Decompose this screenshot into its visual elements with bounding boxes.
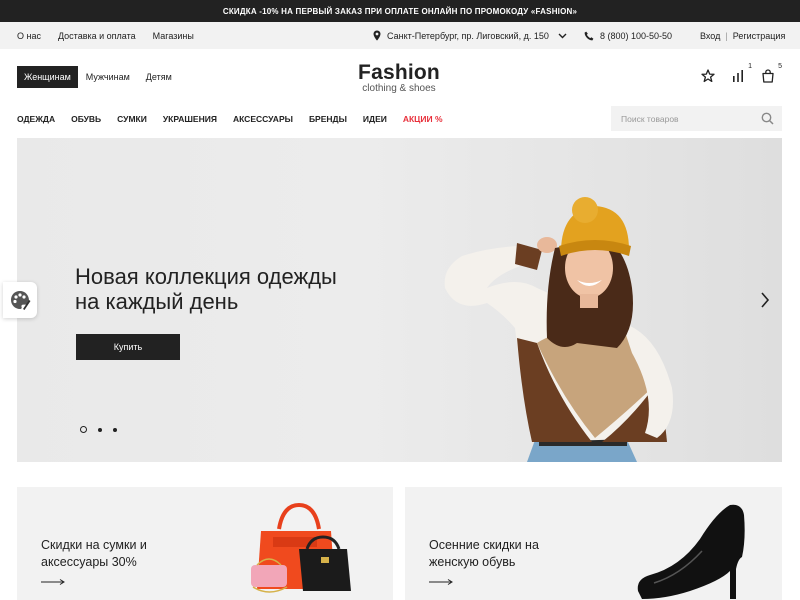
promo-text: СКИДКА -10% НА ПЕРВЫЙ ЗАКАЗ ПРИ ОПЛАТЕ О… [222, 6, 578, 16]
buy-button[interactable]: Купить [76, 334, 180, 360]
slider-dot-3[interactable] [113, 427, 117, 432]
compare-icon [733, 70, 743, 82]
location-pin-icon [373, 30, 381, 41]
nav-shoes[interactable]: ОБУВЬ [71, 114, 101, 124]
nav-sale[interactable]: АКЦИИ % [403, 114, 443, 124]
hero-title-line-2: на каждый день [75, 289, 239, 314]
nav-bags[interactable]: СУМКИ [117, 114, 147, 124]
shoe-image [637, 504, 745, 599]
card-title-line-2: аксессуары 30% [41, 555, 137, 569]
hero-title: Новая коллекция одежды на каждый день [75, 264, 395, 314]
nav-ideas[interactable]: ИДЕИ [363, 114, 387, 124]
phone-number: 8 (800) 100-50-50 [600, 30, 673, 41]
bags-image [251, 502, 351, 593]
card-title: Осенние скидки на женскую обувь [429, 537, 589, 571]
hero-title-line-1: Новая коллекция одежды [75, 264, 337, 289]
link-stores[interactable]: Магазины [153, 31, 194, 41]
search-box [611, 106, 782, 131]
search-icon[interactable] [761, 112, 774, 125]
hero-banner[interactable]: Новая коллекция одежды на каждый день Ку… [17, 138, 782, 462]
auth-separator: | [725, 30, 728, 41]
compare-count: 1 [748, 63, 752, 70]
main-nav: ОДЕЖДА ОБУВЬ СУМКИ УКРАШЕНИЯ АКСЕССУАРЫ … [17, 106, 443, 132]
cart-icon [762, 69, 774, 83]
city-selector[interactable]: Санкт-Петербург, пр. Лиговский, д. 150 [372, 22, 567, 49]
card-title-line-1: Осенние скидки на [429, 538, 539, 552]
arrow-right-icon [41, 579, 65, 585]
favorites-button[interactable] [700, 68, 716, 84]
gender-tabs: Женщинам Мужчинам Детям [17, 66, 180, 88]
slider-dots [80, 426, 117, 433]
phone-icon [584, 31, 594, 40]
promo-card-bags[interactable]: Скидки на сумки и аксессуары 30% [17, 487, 393, 600]
chevron-down-icon [558, 33, 567, 38]
slider-dot-1[interactable] [80, 426, 87, 433]
arrow-right-icon [429, 579, 453, 585]
slider-dot-2[interactable] [98, 427, 102, 432]
link-about[interactable]: О нас [17, 31, 41, 41]
logo-name: Fashion [358, 61, 440, 84]
nav-accessories[interactable]: АКСЕССУАРЫ [233, 114, 293, 124]
card-title-line-1: Скидки на сумки и [41, 538, 147, 552]
compare-button[interactable]: 1 [730, 63, 752, 84]
cart-button[interactable]: 5 [760, 63, 782, 84]
nav-clothing[interactable]: ОДЕЖДА [17, 114, 55, 124]
address-text: Санкт-Петербург, пр. Лиговский, д. 150 [387, 30, 549, 41]
tab-kids[interactable]: Детям [138, 66, 180, 88]
utility-bar: О нас Доставка и оплата Магазины Санкт-П… [0, 22, 800, 49]
star-icon [701, 69, 715, 83]
search-input[interactable] [611, 106, 761, 131]
nav-brands[interactable]: БРЕНДЫ [309, 114, 347, 124]
logo-tagline: clothing & shoes [362, 83, 436, 94]
utility-links: О нас Доставка и оплата Магазины [17, 22, 194, 49]
promo-bar: СКИДКА -10% НА ПЕРВЫЙ ЗАКАЗ ПРИ ОПЛАТЕ О… [0, 0, 800, 22]
theme-widget[interactable] [3, 282, 37, 318]
logo[interactable]: Fashion clothing & shoes [340, 61, 458, 95]
header-icons: 1 5 [700, 63, 782, 84]
chevron-right-icon[interactable] [758, 290, 772, 310]
palette-icon [11, 291, 31, 310]
promo-card-shoes[interactable]: Осенние скидки на женскую обувь [405, 487, 782, 600]
link-delivery[interactable]: Доставка и оплата [58, 31, 136, 41]
cart-count: 5 [778, 63, 782, 70]
login-link[interactable]: Вход [700, 31, 720, 41]
card-title-line-2: женскую обувь [429, 555, 516, 569]
card-title: Скидки на сумки и аксессуары 30% [41, 537, 201, 571]
tab-men[interactable]: Мужчинам [78, 66, 138, 88]
register-link[interactable]: Регистрация [733, 31, 786, 41]
auth-links: Вход | Регистрация [700, 22, 785, 49]
nav-jewelry[interactable]: УКРАШЕНИЯ [163, 114, 217, 124]
phone-link[interactable]: 8 (800) 100-50-50 [584, 22, 672, 49]
tab-women[interactable]: Женщинам [17, 66, 78, 88]
